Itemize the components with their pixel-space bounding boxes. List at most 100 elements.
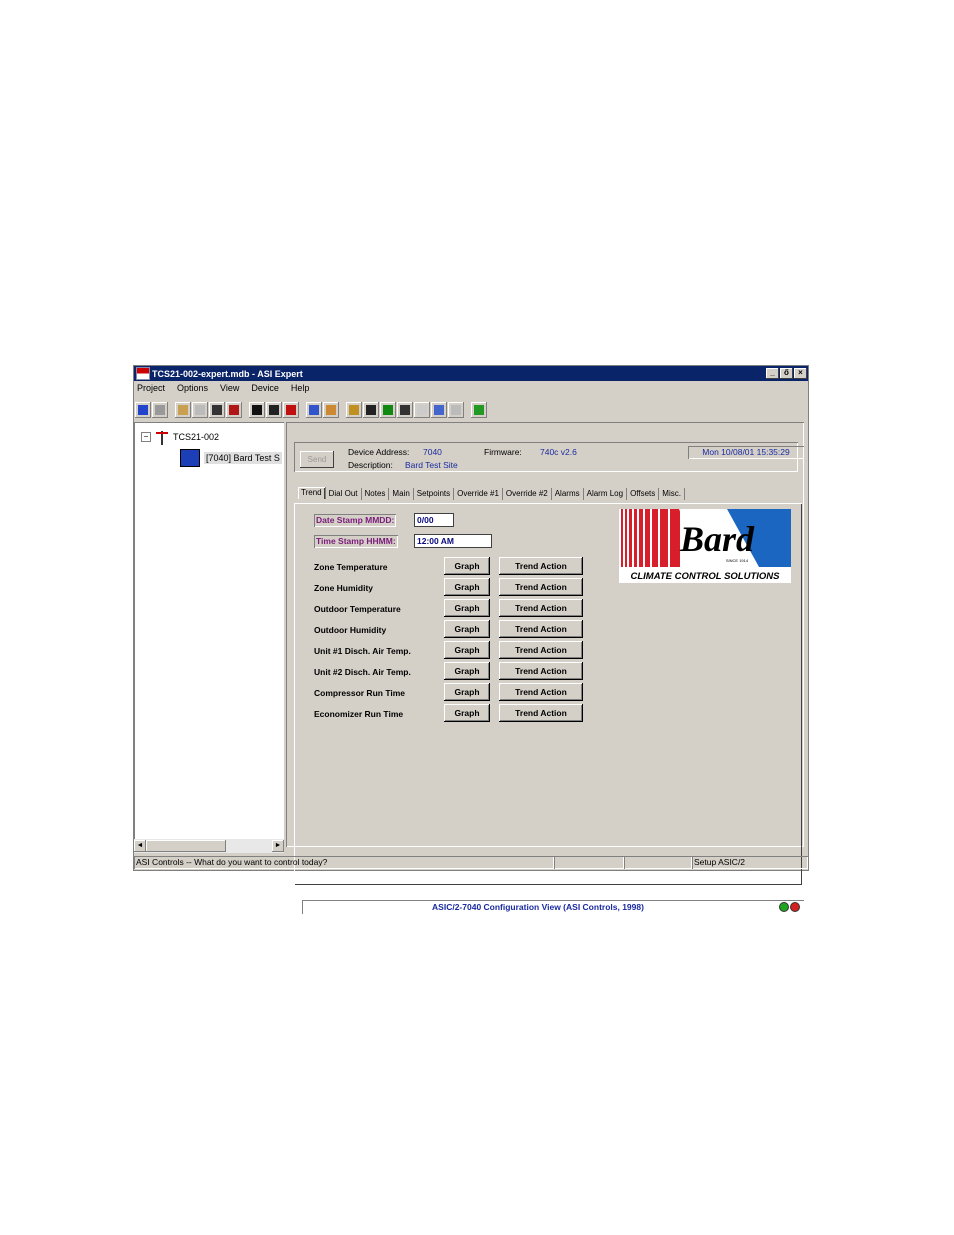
toolbar-dos2-button[interactable] [323, 402, 339, 418]
tab-offsets[interactable]: Offsets [627, 488, 660, 500]
trend-action-button[interactable]: Trend Action [499, 662, 583, 680]
configuration-status-line: ASIC/2-7040 Configuration View (ASI Cont… [302, 900, 804, 914]
tab-misc[interactable]: Misc. [659, 488, 685, 500]
tab-notes[interactable]: Notes [362, 488, 390, 500]
connection-indicator [779, 902, 800, 912]
toolbar [135, 399, 807, 421]
tab-setpoints[interactable]: Setpoints [414, 488, 455, 500]
status-message: ASI Controls -- What do you want to cont… [134, 856, 554, 869]
scroll-right-icon[interactable]: ► [272, 840, 284, 852]
send-button[interactable]: Send [300, 451, 334, 468]
tab-main[interactable]: Main [389, 488, 414, 500]
tab-dial-out[interactable]: Dial Out [326, 488, 362, 500]
toolbar-chart-button[interactable] [471, 402, 487, 418]
configuration-view-label: ASIC/2-7040 Configuration View (ASI Cont… [432, 902, 644, 912]
tree-root[interactable]: − TCS21-002 [141, 429, 219, 445]
scroll-thumb[interactable] [146, 840, 226, 852]
graph-button[interactable]: Graph [444, 557, 490, 575]
menu-device[interactable]: Device [250, 383, 280, 397]
toolbar-save-button[interactable] [249, 402, 265, 418]
menu-help[interactable]: Help [290, 383, 311, 397]
tree-device-node[interactable]: [7040] Bard Test S [180, 449, 282, 467]
restore-button[interactable]: ő [780, 368, 793, 379]
trend-row-label: Unit #1 Disch. Air Temp. [314, 646, 411, 656]
trend-panel: Date Stamp MMDD: 0/00 Time Stamp HHMM: 1… [294, 503, 802, 912]
tab-alarm-log[interactable]: Alarm Log [584, 488, 628, 500]
menu-bar: Project Options View Device Help [136, 383, 310, 397]
tab-override-2[interactable]: Override #2 [503, 488, 552, 500]
description-label: Description: [348, 460, 393, 470]
scroll-left-icon[interactable]: ◄ [134, 840, 146, 852]
trend-row-label: Outdoor Temperature [314, 604, 401, 614]
tab-override-1[interactable]: Override #1 [454, 488, 503, 500]
toolbar-book-button[interactable] [226, 402, 242, 418]
trend-row-label: Unit #2 Disch. Air Temp. [314, 667, 411, 677]
tree-root-label: TCS21-002 [173, 432, 220, 442]
toolbar-text-button[interactable] [363, 402, 379, 418]
trend-row-label: Compressor Run Time [314, 688, 406, 698]
tab-trend[interactable]: Trend [298, 487, 326, 499]
toolbar-view-button[interactable] [192, 402, 208, 418]
trend-action-button[interactable]: Trend Action [499, 557, 583, 575]
title-bar: TCS21-002-expert.mdb - ASI Expert _ ő × [134, 366, 808, 381]
trend-action-button[interactable]: Trend Action [499, 578, 583, 596]
app-icon [136, 367, 150, 380]
menu-project[interactable]: Project [136, 383, 166, 397]
tower-icon [155, 429, 169, 445]
tab-alarms[interactable]: Alarms [552, 488, 584, 500]
firmware-label: Firmware: [484, 447, 522, 457]
graph-button[interactable]: Graph [444, 599, 490, 617]
toolbar-connect-button[interactable] [135, 402, 151, 418]
trend-row-label: Economizer Run Time [314, 709, 404, 719]
toolbar-save-red-button[interactable] [283, 402, 299, 418]
date-stamp-field[interactable]: 0/00 [414, 513, 454, 527]
graph-button[interactable]: Graph [444, 662, 490, 680]
status-pane-2 [624, 856, 692, 869]
toolbar-grid-button[interactable] [448, 402, 464, 418]
collapse-icon[interactable]: − [141, 432, 151, 442]
toolbar-save-all-button[interactable] [266, 402, 282, 418]
menu-options[interactable]: Options [176, 383, 209, 397]
logo-since: SINCE 1914 [726, 558, 749, 563]
close-button[interactable]: × [794, 368, 807, 379]
toolbar-blo-button[interactable] [431, 402, 447, 418]
trend-row-label: Zone Humidity [314, 583, 374, 593]
toolbar-dos-button[interactable] [306, 402, 322, 418]
toolbar-home-button[interactable] [346, 402, 362, 418]
device-tree[interactable]: − TCS21-002 [7040] Bard Test S [134, 422, 284, 847]
tab-strip: Trend Dial Out Notes Main Setpoints Over… [298, 487, 685, 502]
toolbar-panel-button[interactable] [397, 402, 413, 418]
toolbar-disk-button[interactable] [152, 402, 168, 418]
toolbar-binoculars-button[interactable] [209, 402, 225, 418]
device-datetime: Mon 10/08/01 15:35:29 [688, 446, 804, 459]
toolbar-green-button[interactable] [380, 402, 396, 418]
trend-action-button[interactable]: Trend Action [499, 620, 583, 638]
tree-horizontal-scrollbar[interactable]: ◄ ► [134, 839, 284, 853]
trend-action-button[interactable]: Trend Action [499, 641, 583, 659]
time-stamp-label: Time Stamp HHMM: [316, 536, 396, 546]
date-stamp-label: Date Stamp MMDD: [316, 515, 395, 525]
graph-button[interactable]: Graph [444, 620, 490, 638]
toolbar-disabled-button[interactable] [414, 402, 430, 418]
trend-action-button[interactable]: Trend Action [499, 704, 583, 722]
trend-row-label: Outdoor Humidity [314, 625, 387, 635]
status-pane-1 [554, 856, 624, 869]
graph-button[interactable]: Graph [444, 683, 490, 701]
bard-logo: Bard SINCE 1914 CLIMATE CONTROL SOLUTION… [619, 509, 791, 583]
menu-view[interactable]: View [219, 383, 240, 397]
graph-button[interactable]: Graph [444, 641, 490, 659]
logo-brand: Bard [679, 519, 755, 559]
graph-button[interactable]: Graph [444, 578, 490, 596]
toolbar-tool-button[interactable] [175, 402, 191, 418]
controller-icon [180, 449, 200, 467]
trend-row-label: Zone Temperature [314, 562, 388, 572]
time-stamp-field[interactable]: 12:00 AM [414, 534, 492, 548]
tree-device-label: [7040] Bard Test S [204, 452, 282, 464]
trend-action-button[interactable]: Trend Action [499, 683, 583, 701]
graph-button[interactable]: Graph [444, 704, 490, 722]
green-led-icon [779, 902, 789, 912]
status-bar: ASI Controls -- What do you want to cont… [134, 856, 808, 870]
app-window: TCS21-002-expert.mdb - ASI Expert _ ő × … [133, 365, 809, 912]
minimize-button[interactable]: _ [766, 368, 779, 379]
trend-action-button[interactable]: Trend Action [499, 599, 583, 617]
